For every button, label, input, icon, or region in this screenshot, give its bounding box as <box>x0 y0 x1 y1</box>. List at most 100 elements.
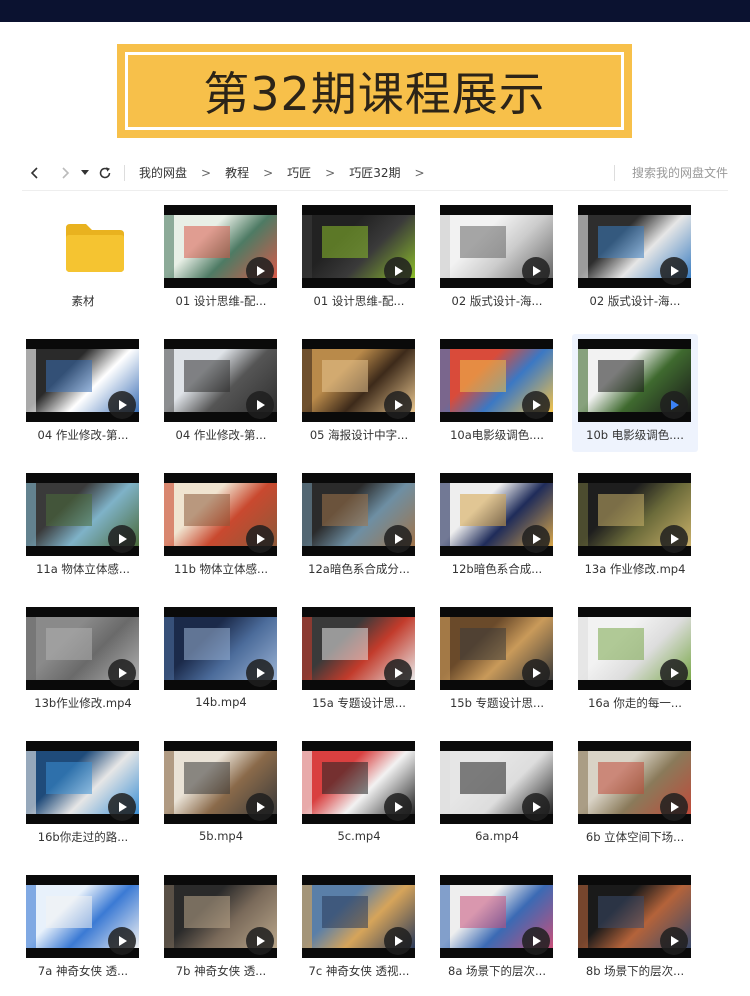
video-file-item[interactable]: 05 海报设计中字... <box>296 334 422 452</box>
play-button[interactable] <box>522 257 550 285</box>
play-button[interactable] <box>522 793 550 821</box>
play-button[interactable] <box>384 257 412 285</box>
play-button[interactable] <box>108 391 136 419</box>
thumbnail-detail <box>322 360 368 392</box>
video-file-item[interactable]: 7a 神奇女侠 透... <box>20 870 146 988</box>
refresh-button[interactable] <box>92 160 118 186</box>
video-file-item[interactable]: 10b 电影级调色.... <box>572 334 698 452</box>
play-button[interactable] <box>522 391 550 419</box>
video-file-item[interactable]: 01 设计思维-配... <box>296 200 422 318</box>
play-button[interactable] <box>522 525 550 553</box>
video-thumbnail <box>302 607 415 690</box>
video-file-item[interactable]: 15b 专题设计思... <box>434 602 560 720</box>
file-name-label: 5b.mp4 <box>198 829 244 843</box>
play-button[interactable] <box>384 391 412 419</box>
play-button[interactable] <box>246 525 274 553</box>
folder-item[interactable]: 素材 <box>20 200 146 318</box>
play-button[interactable] <box>384 927 412 955</box>
play-button[interactable] <box>660 525 688 553</box>
play-icon <box>533 802 541 812</box>
video-file-item[interactable]: 12a暗色系合成分... <box>296 468 422 586</box>
video-file-item[interactable]: 8a 场景下的层次... <box>434 870 560 988</box>
history-dropdown-button[interactable] <box>78 160 92 186</box>
play-button[interactable] <box>522 659 550 687</box>
breadcrumb-item[interactable]: 教程 <box>219 164 255 181</box>
play-button[interactable] <box>384 659 412 687</box>
play-button[interactable] <box>246 257 274 285</box>
caret-down-icon <box>81 169 89 175</box>
thumbnail-detail <box>164 349 175 412</box>
video-file-item[interactable]: 02 版式设计-海... <box>434 200 560 318</box>
video-file-item[interactable]: 04 作业修改-第... <box>158 334 284 452</box>
play-button[interactable] <box>660 793 688 821</box>
breadcrumb-item[interactable]: 巧匠32期 <box>343 164 406 181</box>
play-icon <box>257 266 265 276</box>
video-file-item[interactable]: 12b暗色系合成... <box>434 468 560 586</box>
video-file-item[interactable]: 16a 你走的每一... <box>572 602 698 720</box>
search-divider <box>613 164 615 181</box>
play-icon <box>257 400 265 410</box>
play-button[interactable] <box>108 793 136 821</box>
play-button[interactable] <box>246 659 274 687</box>
thumbnail-detail <box>184 360 230 392</box>
play-icon <box>119 400 127 410</box>
thumbnail-detail <box>598 226 644 258</box>
breadcrumb-separator: > <box>325 165 336 180</box>
video-thumbnail <box>578 741 691 824</box>
play-button[interactable] <box>384 793 412 821</box>
thumbnail-detail <box>164 617 175 680</box>
search-input[interactable]: 搜索我的网盘文件 <box>632 164 728 181</box>
play-icon <box>119 802 127 812</box>
play-button[interactable] <box>660 391 688 419</box>
breadcrumb-item[interactable]: 巧匠 <box>281 164 317 181</box>
thumbnail-detail <box>322 628 368 660</box>
video-file-item[interactable]: 5b.mp4 <box>158 736 284 854</box>
file-name-label: 10a电影级调色.... <box>450 428 544 442</box>
video-file-item[interactable]: 16b你走过的路... <box>20 736 146 854</box>
video-file-item[interactable]: 6a.mp4 <box>434 736 560 854</box>
play-icon <box>257 936 265 946</box>
video-file-item[interactable]: 8b 场景下的层次... <box>572 870 698 988</box>
video-file-item[interactable]: 6b 立体空间下场... <box>572 736 698 854</box>
video-file-item[interactable]: 02 版式设计-海... <box>572 200 698 318</box>
play-button[interactable] <box>522 927 550 955</box>
play-button[interactable] <box>108 525 136 553</box>
thumbnail-detail <box>46 896 92 928</box>
play-icon <box>119 668 127 678</box>
breadcrumb-separator: > <box>414 165 425 180</box>
video-file-item[interactable]: 04 作业修改-第... <box>20 334 146 452</box>
breadcrumb-item[interactable]: 我的网盘 <box>133 164 193 181</box>
play-button[interactable] <box>660 927 688 955</box>
video-file-item[interactable]: 14b.mp4 <box>158 602 284 720</box>
video-thumbnail <box>440 607 553 690</box>
play-icon <box>533 936 541 946</box>
play-button[interactable] <box>384 525 412 553</box>
video-file-item[interactable]: 7b 神奇女侠 透... <box>158 870 284 988</box>
play-button[interactable] <box>246 793 274 821</box>
video-file-item[interactable]: 13b作业修改.mp4 <box>20 602 146 720</box>
back-button[interactable] <box>22 160 48 186</box>
play-button[interactable] <box>660 659 688 687</box>
thumbnail-detail <box>440 215 451 278</box>
video-file-item[interactable]: 10a电影级调色.... <box>434 334 560 452</box>
video-file-item[interactable]: 13a 作业修改.mp4 <box>572 468 698 586</box>
video-file-item[interactable]: 11a 物体立体感... <box>20 468 146 586</box>
play-button[interactable] <box>246 927 274 955</box>
forward-button[interactable] <box>52 160 78 186</box>
play-button[interactable] <box>108 659 136 687</box>
course-banner-frame: 第32期课程展示 <box>125 52 624 130</box>
thumbnail-detail <box>46 360 92 392</box>
video-file-item[interactable]: 15a 专题设计思... <box>296 602 422 720</box>
play-button[interactable] <box>660 257 688 285</box>
video-file-item[interactable]: 5c.mp4 <box>296 736 422 854</box>
search-area: 搜索我的网盘文件 <box>613 164 728 181</box>
nav-divider <box>124 164 125 181</box>
video-file-item[interactable]: 11b 物体立体感... <box>158 468 284 586</box>
video-file-item[interactable]: 01 设计思维-配... <box>158 200 284 318</box>
play-button[interactable] <box>108 927 136 955</box>
thumbnail-detail <box>460 360 506 392</box>
thumbnail-detail <box>598 360 644 392</box>
play-button[interactable] <box>246 391 274 419</box>
video-file-item[interactable]: 7c 神奇女侠 透视... <box>296 870 422 988</box>
thumbnail-detail <box>322 226 368 258</box>
